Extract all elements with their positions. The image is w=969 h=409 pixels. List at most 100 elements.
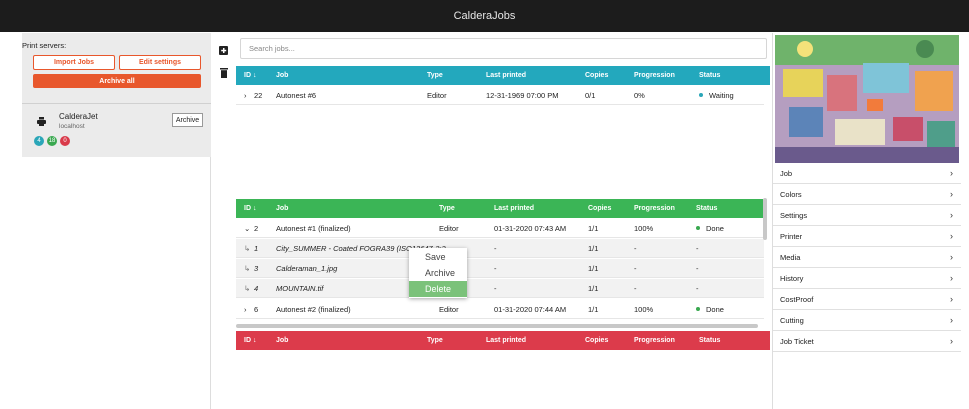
row-job: Calderaman_1.jpg (276, 263, 338, 273)
printer-name: CalderaJet (59, 112, 98, 121)
vertical-scrollbar[interactable] (763, 198, 767, 240)
context-menu: Save Archive Delete (409, 248, 467, 298)
col-id[interactable]: ID ↓ (244, 199, 256, 218)
chevron-right-icon: › (950, 210, 953, 220)
done-count-badge: 18 (47, 136, 57, 146)
context-archive[interactable]: Archive (409, 265, 467, 281)
status-text: Done (706, 304, 724, 314)
status-dot (696, 307, 700, 311)
col-type[interactable]: Type (427, 331, 443, 350)
edit-settings-button[interactable]: Edit settings (119, 55, 201, 70)
child-arrow-icon: ↳ (244, 263, 251, 273)
app-title: CalderaJobs (453, 10, 516, 22)
col-id[interactable]: ID ↓ (244, 66, 256, 85)
menu-label: CostProof (780, 294, 814, 304)
print-servers-panel: Print servers: Import Jobs Edit settings… (22, 33, 211, 409)
row-id: 3 (254, 263, 259, 273)
menu-media[interactable]: Media › (773, 247, 961, 268)
table-row[interactable]: › 6 Autonest #2 (finalized) Editor 01-31… (236, 300, 764, 319)
chevron-right-icon: › (950, 231, 953, 241)
col-status[interactable]: Status (699, 66, 720, 85)
col-type[interactable]: Type (439, 199, 455, 218)
search-input[interactable]: Search jobs... (240, 38, 767, 59)
menu-printer[interactable]: Printer › (773, 226, 961, 247)
menu-costproof[interactable]: CostProof › (773, 289, 961, 310)
row-expander[interactable]: ⌄ (244, 219, 250, 237)
menu-label: Cutting (780, 315, 804, 325)
col-copies[interactable]: Copies (585, 331, 608, 350)
print-servers-label: Print servers: (22, 41, 67, 50)
child-arrow-icon: ↳ (244, 243, 251, 253)
row-last-printed: - (494, 283, 497, 293)
import-jobs-button[interactable]: Import Jobs (33, 55, 115, 70)
row-copies: 1/1 (588, 304, 599, 314)
table-row[interactable]: › 22 Autonest #6 Editor 12-31-1969 07:00… (236, 86, 764, 105)
trash-icon[interactable] (220, 68, 228, 78)
col-status[interactable]: Status (699, 331, 720, 350)
context-delete[interactable]: Delete (409, 281, 467, 297)
col-status[interactable]: Status (696, 199, 717, 218)
status-text: Waiting (709, 90, 734, 100)
chevron-right-icon: › (950, 273, 953, 283)
status-dot (699, 93, 703, 97)
child-row[interactable]: ↳ 3 Calderaman_1.jpg - 1/1 - - (236, 259, 764, 278)
tool-strip (212, 33, 234, 409)
col-last-printed[interactable]: Last printed (494, 199, 534, 218)
row-progression: 100% (634, 304, 654, 314)
chevron-right-icon: › (950, 252, 953, 262)
horizontal-scrollbar[interactable] (236, 324, 758, 328)
context-save[interactable]: Save (409, 249, 467, 265)
waiting-count-badge: 4 (34, 136, 44, 146)
row-status: Done (696, 219, 724, 237)
menu-label: Printer (780, 231, 803, 241)
archive-all-button[interactable]: Archive all (33, 74, 201, 88)
col-job[interactable]: Job (276, 331, 288, 350)
row-last-printed: - (494, 263, 497, 273)
title-bar: CalderaJobs (0, 0, 969, 32)
menu-cutting[interactable]: Cutting › (773, 310, 961, 331)
row-status: Done (696, 300, 724, 318)
error-count-badge: 0 (60, 136, 70, 146)
row-id: 22 (254, 90, 263, 100)
child-row[interactable]: ↳ 4 MOUNTAIN.tif - 1/1 - - (236, 279, 764, 298)
error-table-header: ID ↓ Job Type Last printed Copies Progre… (236, 331, 770, 350)
col-type[interactable]: Type (427, 66, 443, 85)
col-copies[interactable]: Copies (588, 199, 611, 218)
row-expander[interactable]: › (244, 300, 247, 318)
menu-job[interactable]: Job › (773, 163, 961, 184)
col-job[interactable]: Job (276, 199, 288, 218)
menu-label: Settings (780, 210, 808, 220)
row-progression: 0% (634, 90, 645, 100)
menu-label: Job Ticket (780, 336, 814, 346)
col-last-printed[interactable]: Last printed (486, 331, 526, 350)
chevron-right-icon: › (950, 315, 953, 325)
menu-job-ticket[interactable]: Job Ticket › (773, 331, 961, 352)
table-row[interactable]: ⌄ 2 Autonest #1 (finalized) Editor 01-31… (236, 219, 764, 238)
col-id[interactable]: ID ↓ (244, 331, 256, 350)
col-job[interactable]: Job (276, 66, 288, 85)
row-type: Editor (439, 223, 459, 233)
child-arrow-icon: ↳ (244, 283, 251, 293)
col-last-printed[interactable]: Last printed (486, 66, 526, 85)
archive-printer-button[interactable]: Archive (172, 113, 203, 127)
child-row[interactable]: ↳ 1 City_SUMMER - Coated FOGRA39 (ISO126… (236, 239, 764, 258)
chevron-right-icon: › (950, 294, 953, 304)
col-progression[interactable]: Progression (634, 331, 675, 350)
col-copies[interactable]: Copies (585, 66, 608, 85)
col-progression[interactable]: Progression (634, 66, 675, 85)
col-progression[interactable]: Progression (634, 199, 675, 218)
row-last-printed: - (494, 243, 497, 253)
menu-colors[interactable]: Colors › (773, 184, 961, 205)
job-preview-thumbnail (775, 35, 959, 163)
row-job: Autonest #1 (finalized) (276, 223, 351, 233)
status-dot (696, 226, 700, 230)
menu-history[interactable]: History › (773, 268, 961, 289)
row-copies: 1/1 (588, 223, 599, 233)
add-job-icon[interactable] (219, 45, 229, 55)
row-last-printed: 01-31-2020 07:43 AM (494, 223, 567, 233)
row-job: Autonest #6 (276, 90, 317, 100)
row-progression: - (634, 243, 637, 253)
menu-settings[interactable]: Settings › (773, 205, 961, 226)
row-type: Editor (427, 90, 447, 100)
row-expander[interactable]: › (244, 86, 247, 104)
